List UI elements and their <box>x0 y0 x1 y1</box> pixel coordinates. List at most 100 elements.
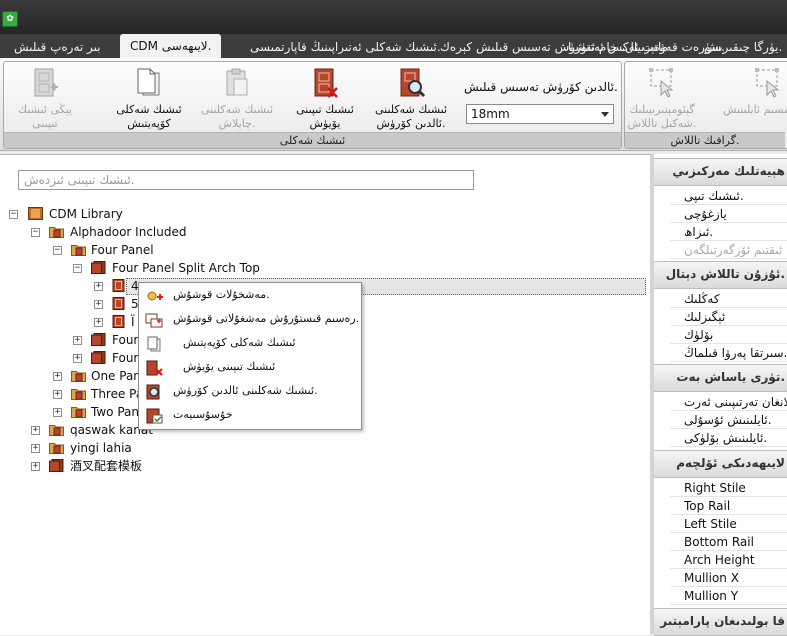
menu-item-properties[interactable]: خۇسۇسىيەت <box>143 405 357 427</box>
expand-icon[interactable]: + <box>31 426 40 435</box>
section-parameters[interactable]: قا بولىدىغان پارامېتىر <box>654 608 787 636</box>
copy-door-shape-button[interactable]: ئىشىك شەكلى كۆپەيتىش <box>112 65 186 131</box>
collapse-icon[interactable]: − <box>53 246 62 255</box>
delete-door-type-label: ئىشىك تىپىنى يۆيۈش <box>296 103 354 130</box>
tree-node-alphadoor[interactable]: Alphadoor Included <box>70 223 186 241</box>
search-placeholder: ئىشىك تىپىنى ئىزدەش. <box>24 173 135 187</box>
section-design-dimensions[interactable]: لايىھەدىكى ئۆلچەم <box>654 450 787 478</box>
paste-door-shape-button[interactable]: ئىشىك شەكلىنى چاپلاش. <box>200 65 274 131</box>
ribbon-tab-bar: بىر تەرەپ قىلىش CDM لايىھەسى. ئىشىك شەكل… <box>0 34 787 58</box>
menu-item-label: خۇسۇسىيەت <box>173 408 233 421</box>
expand-icon[interactable]: + <box>31 462 40 471</box>
tree-node-four-a[interactable]: Four <box>112 331 138 349</box>
thickness-select[interactable]: 18mm <box>466 104 614 124</box>
partition-rotate-button[interactable]: قىسىم ئايلىنىش. <box>723 65 787 131</box>
geometry-select-icon <box>649 68 674 98</box>
property-author[interactable]: يازغۇچى <box>670 205 787 223</box>
tree-node-split-arch-top[interactable]: Four Panel Split Arch Top <box>112 259 260 277</box>
property-rotation-method[interactable]: ئايلىنىش ئۇسۇلى. <box>670 411 787 429</box>
menu-item-label: ئىشىك تىپىنى يۆيۈش <box>183 360 276 373</box>
section-build[interactable]: تۈرى ياساش بەت. <box>654 364 787 392</box>
title-bar: ✿ <box>0 0 787 34</box>
tree-node-four-panel[interactable]: Four Panel <box>91 241 154 259</box>
folder-icon <box>49 443 64 454</box>
tree-node-four-b[interactable]: Four <box>112 349 138 367</box>
tab-door-frame[interactable]: ئىشىك شەكلى ئەتىراپىنىڭ قاپارتمىسى. <box>250 37 441 58</box>
menu-item-label: مەشخۇلات قوشۇش. <box>173 288 270 301</box>
property-description[interactable]: ئىزاھ. <box>670 223 787 241</box>
copy-pages-icon <box>137 68 160 96</box>
section-general[interactable]: ھېيەتلىك مەركىزىي <box>654 158 787 186</box>
geometry-select-label: گېئومېتىرىيىلىك شەكىل تاللاش. <box>627 103 697 130</box>
tree-context-menu: مەشخۇلات قوشۇش. رەسىم قىستۇرۇش مەشغۇلاتى… <box>138 282 362 430</box>
delete-door-type-button[interactable]: ئىشىك تىپىنى يۆيۈش <box>288 65 362 131</box>
expand-icon[interactable]: + <box>94 300 103 309</box>
tab-cdm-design[interactable]: CDM لايىھەسى. <box>120 34 222 58</box>
expand-icon[interactable]: + <box>73 354 82 363</box>
property-outside[interactable]: سىرتقا پەرۋا قىلماڭ. <box>670 344 787 362</box>
tree-node-three-panel[interactable]: Three Pa <box>91 385 143 403</box>
property-door-type[interactable]: ئىشىك تىپى. <box>670 187 787 205</box>
library-book-icon <box>28 207 43 220</box>
collapse-icon[interactable]: − <box>9 210 18 219</box>
expand-icon[interactable]: + <box>31 444 40 453</box>
property-mullion-y[interactable]: Mullion Y <box>670 587 787 605</box>
paste-clipboard-icon <box>226 68 248 96</box>
property-bottom-rail[interactable]: Bottom Rail <box>670 533 787 551</box>
tab-process[interactable]: بىر تەرەپ قىلىش <box>14 37 101 58</box>
app-logo-icon[interactable]: ✿ <box>2 11 18 27</box>
property-height[interactable]: ئېگىزلىك <box>670 308 787 326</box>
delete-door-icon <box>314 68 338 98</box>
folder-icon <box>49 227 64 238</box>
preview-door-icon <box>146 384 160 400</box>
preview-door-shape-button[interactable]: ئىشىك شەكلىنى ئالدىن كۆرۈش. <box>374 65 448 131</box>
expand-icon[interactable]: + <box>94 318 103 327</box>
menu-item-copy-door-shape[interactable]: ئىشىك شەكلى كۆپەيتىش <box>143 333 357 355</box>
property-width[interactable]: كەڭلىك <box>670 290 787 308</box>
delete-door-icon <box>146 360 163 376</box>
expand-icon[interactable]: + <box>53 390 62 399</box>
property-top-rail[interactable]: Top Rail <box>670 497 787 515</box>
expand-icon[interactable]: + <box>73 336 82 345</box>
folder-icon <box>71 245 86 256</box>
menu-item-add-image-action[interactable]: رەسىم قىستۇرۇش مەشغۇلاتى قوشۇش. <box>143 309 359 331</box>
preview-door-shape-label: ئىشىك شەكلىنى ئالدىن كۆرۈش. <box>374 103 448 130</box>
tab-output[interactable]: يۈرگا چىقىرىش. <box>704 37 782 58</box>
new-door-type-button[interactable]: يېڭى ئىشىك تىپىنى كۆپەيتىش. <box>8 65 82 144</box>
add-image-icon <box>145 313 163 328</box>
paste-door-shape-label: ئىشىك شەكلىنى چاپلاش. <box>200 103 274 130</box>
section-size[interactable]: ئۇزۇن تاللاش دېتال. <box>654 261 787 289</box>
expand-icon[interactable]: + <box>94 282 103 291</box>
collapse-icon[interactable]: − <box>31 228 40 237</box>
tab-material[interactable]: ماتېرىيال، خام ئەشيا <box>568 37 668 58</box>
door-icon <box>112 279 125 292</box>
menu-item-add-action[interactable]: مەشخۇلات قوشۇش. <box>143 285 357 307</box>
folder-icon <box>71 371 86 382</box>
property-left-stile[interactable]: Left Stile <box>670 515 787 533</box>
menu-item-delete-door-type[interactable]: ئىشىك تىپىنى يۆيۈش <box>143 357 357 379</box>
folder-icon <box>49 425 64 436</box>
geometry-select-button[interactable]: گېئومېتىرىيىلىك شەكىل تاللاش. <box>625 65 699 131</box>
tree-node-yingi[interactable]: yingi lahia <box>70 439 132 457</box>
property-selected-order[interactable]: تاللانغان تەرتىپىنى ئەرت. <box>670 393 787 411</box>
property-right-stile[interactable]: Right Stile <box>670 479 787 497</box>
property-mullion-x[interactable]: Mullion X <box>670 569 787 587</box>
expand-icon[interactable]: + <box>53 408 62 417</box>
property-arch-height[interactable]: Arch Height <box>670 551 787 569</box>
tree-node-two-panel[interactable]: Two Pan <box>91 403 139 421</box>
door-icon <box>112 315 125 328</box>
tree-node-child-3[interactable]: Ï <box>131 313 135 331</box>
tree-node-one-panel[interactable]: One Pan <box>91 367 141 385</box>
expand-icon[interactable]: + <box>53 372 62 381</box>
tree-node-cdm-library[interactable]: CDM Library <box>49 205 123 223</box>
property-section[interactable]: بۆلۈك <box>670 326 787 344</box>
collapse-icon[interactable]: − <box>73 264 82 273</box>
tree-node-chinese-template[interactable]: 酒叉配套模板 <box>70 457 142 475</box>
door-type-search-input[interactable]: ئىشىك تىپىنى ئىزدەش. <box>18 170 474 190</box>
property-rotation-part[interactable]: ئايلىنىش بۆلۈكى. <box>670 429 787 447</box>
property-modified[interactable]: ئىقتىم ئۆزگەرتىلگەن <box>670 241 787 259</box>
thickness-value: 18mm <box>471 107 510 121</box>
folder-icon <box>71 407 86 418</box>
menu-item-preview-door-shape[interactable]: ئىشىك شەكلىنى ئالدىن كۆرۈش. <box>143 381 357 403</box>
copy-pages-icon <box>147 336 161 352</box>
